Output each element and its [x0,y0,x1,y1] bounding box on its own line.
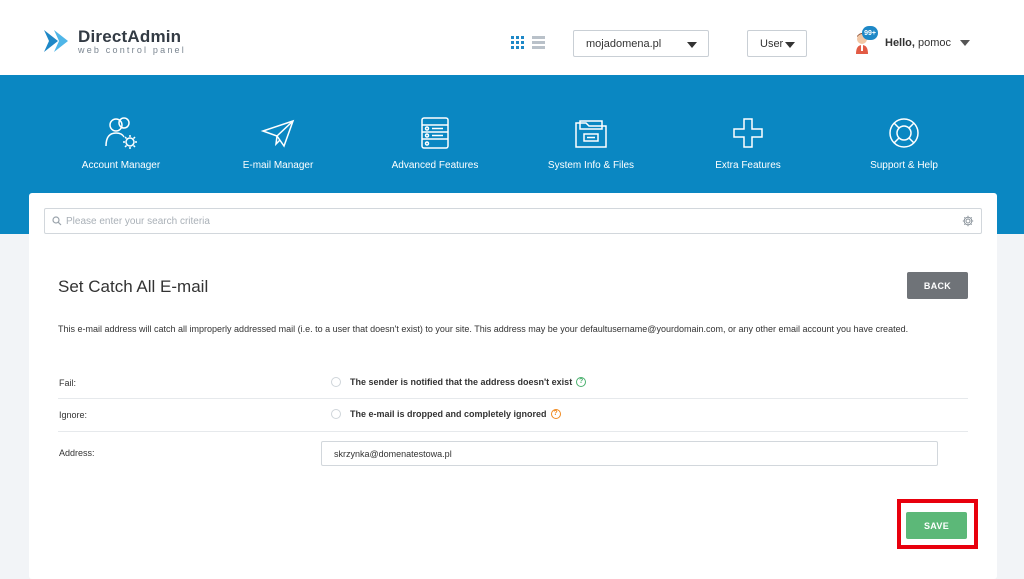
role-select-value: User [760,37,784,50]
row-label: Address: [59,448,95,458]
fail-option-label: The sender is notified that the address … [350,377,573,387]
nav-account-manager[interactable]: Account Manager [56,116,186,171]
save-button[interactable]: SAVE [906,512,967,539]
paper-plane-icon [260,119,295,148]
nav-email-manager[interactable]: E-mail Manager [213,116,343,171]
grid-view-icon[interactable] [511,36,524,49]
row-label: Fail: [59,378,77,388]
nav-label: Advanced Features [391,160,479,171]
nav-label: Account Manager [81,160,161,171]
ignore-option-label: The e-mail is dropped and completely ign… [350,409,547,419]
directadmin-logo-icon [44,30,68,52]
list-view-icon[interactable] [532,36,545,49]
option-text: The e-mail is dropped and completely ign… [350,409,561,419]
top-bar: DirectAdmin web control panel mojadomena… [0,0,1024,75]
nav-label: E-mail Manager [242,160,314,171]
option-row-ignore: Ignore: The e-mail is dropped and comple… [58,399,968,432]
folder-icon [575,120,607,148]
option-text: The sender is notified that the address … [350,377,587,387]
logo[interactable]: DirectAdmin web control panel [42,26,186,56]
fail-radio[interactable] [331,377,341,387]
nav-extra-features[interactable]: Extra Features [683,116,813,171]
domain-select-value: mojadomena.pl [586,37,662,50]
logo-tagline: web control panel [78,44,186,55]
plus-icon [733,118,763,148]
back-button[interactable]: BACK [907,272,968,299]
nav-support-help[interactable]: Support & Help [839,116,969,171]
page-title: Set Catch All E-mail [58,277,209,296]
search-input[interactable] [66,215,946,227]
chevron-down-icon [960,40,971,46]
lifebuoy-icon [889,118,919,148]
search-bar [44,208,982,234]
nav-system-info-files[interactable]: System Info & Files [526,116,656,171]
chevron-down-icon [687,42,697,48]
greeting: Hello, pomoc [885,37,951,49]
nav-label: Support & Help [870,160,938,171]
logo-name: DirectAdmin [78,26,182,46]
page-description: This e-mail address will catch all impro… [58,324,909,334]
chevron-down-icon [785,42,795,48]
server-icon [421,117,449,149]
gear-icon[interactable] [962,215,974,227]
ignore-radio[interactable] [331,409,341,419]
role-select[interactable]: User [747,30,807,57]
nav-label: Extra Features [715,160,781,171]
search-icon [52,216,62,226]
notification-badge: 99+ [862,26,878,40]
content-panel: Set Catch All E-mail BACK This e-mail ad… [29,193,997,579]
username: pomoc [918,37,952,49]
view-toggle [511,36,545,49]
address-input[interactable] [321,441,938,466]
avatar: 99+ [853,26,878,56]
account-manager-icon [105,117,137,149]
user-menu[interactable]: 99+ Hello, pomoc [853,26,971,56]
nav-advanced-features[interactable]: Advanced Features [370,116,500,171]
row-label: Ignore: [59,410,88,420]
option-row-fail: Fail: The sender is notified that the ad… [58,366,968,399]
help-icon[interactable]: ? [576,377,587,387]
nav-label: System Info & Files [547,160,635,171]
domain-select[interactable]: mojadomena.pl [573,30,709,57]
greeting-label: Hello, [885,37,915,49]
help-icon[interactable]: ? [550,409,561,419]
